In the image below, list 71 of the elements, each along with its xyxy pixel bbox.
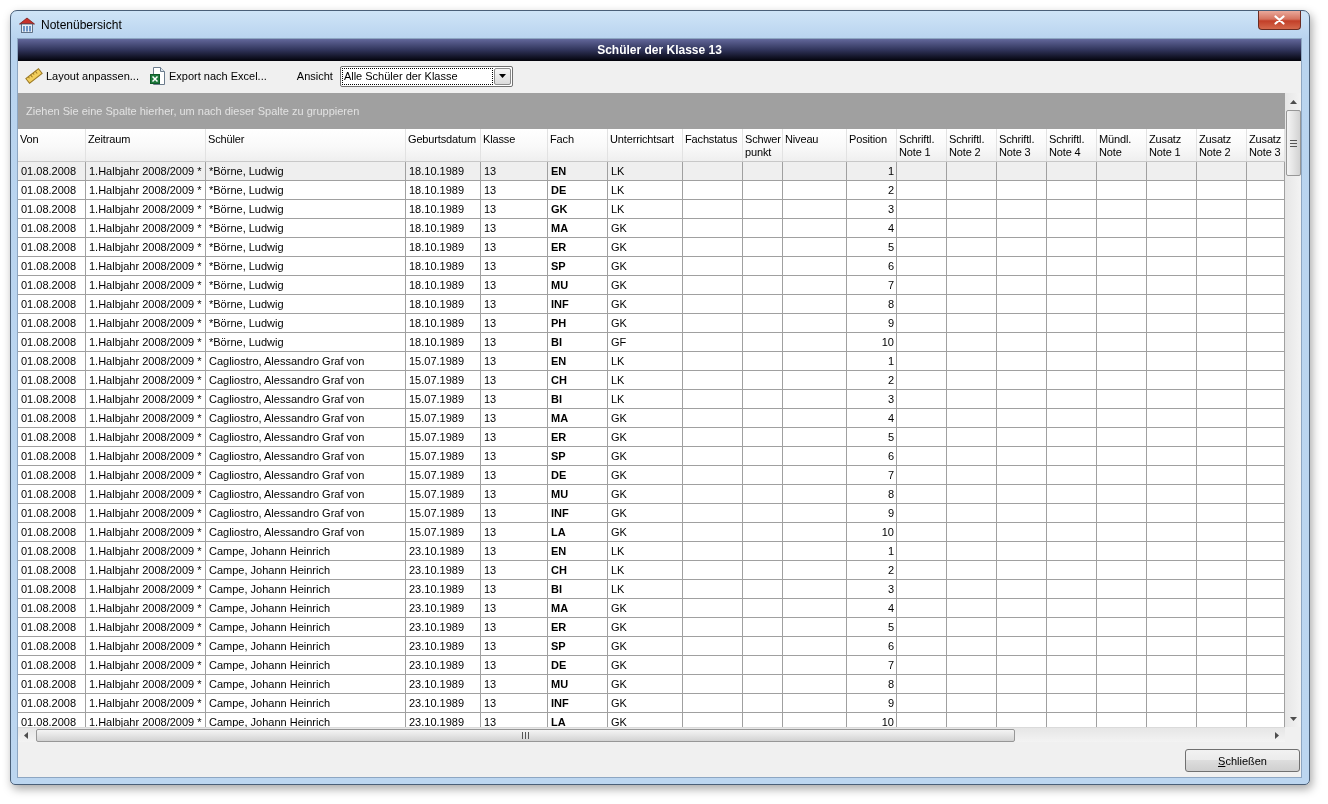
table-row[interactable]: 01.08.2008 1.Halbjahr 2008/2009 * *Börne, Ludwig 18.10.1989 13 BI GF 10	[18, 333, 1285, 352]
column-header[interactable]: Fach	[548, 129, 608, 161]
column-header[interactable]: Niveau	[783, 129, 847, 161]
column-header[interactable]: Klasse	[481, 129, 548, 161]
column-header[interactable]: Von	[18, 129, 86, 161]
scroll-thumb[interactable]	[1286, 110, 1301, 176]
table-row[interactable]: 01.08.2008 1.Halbjahr 2008/2009 * *Börne, Ludwig 18.10.1989 13 PH GK 9	[18, 314, 1285, 333]
column-header[interactable]: Schriftl. Note 3	[997, 129, 1047, 161]
table-row[interactable]: 01.08.2008 1.Halbjahr 2008/2009 * Cagliostro, Alessandro Graf von 15.07.1989 13 ER GK 5	[18, 428, 1285, 447]
banner-title: Schüler der Klasse 13	[597, 43, 722, 57]
table-row[interactable]: 01.08.2008 1.Halbjahr 2008/2009 * Campe, Johann Heinrich 23.10.1989 13 CH LK 2	[18, 561, 1285, 580]
group-by-hint: Ziehen Sie eine Spalte hierher, um nach dieser Spalte zu gruppieren	[26, 105, 360, 117]
table-row[interactable]: 01.08.2008 1.Halbjahr 2008/2009 * Campe, Johann Heinrich 23.10.1989 13 SP GK 6	[18, 637, 1285, 656]
table-row[interactable]: 01.08.2008 1.Halbjahr 2008/2009 * Campe, Johann Heinrich 23.10.1989 13 INF GK 9	[18, 694, 1285, 713]
table-row[interactable]: 01.08.2008 1.Halbjahr 2008/2009 * Campe, Johann Heinrich 23.10.1989 13 DE GK 7	[18, 656, 1285, 675]
view-dropdown[interactable]: Alle Schüler der Klasse	[339, 65, 513, 87]
table-row[interactable]: 01.08.2008 1.Halbjahr 2008/2009 * *Börne, Ludwig 18.10.1989 13 ER GK 5	[18, 238, 1285, 257]
table-row[interactable]: 01.08.2008 1.Halbjahr 2008/2009 * Cagliostro, Alessandro Graf von 15.07.1989 13 CH LK 2	[18, 371, 1285, 390]
column-header[interactable]: Mündl. Note	[1097, 129, 1147, 161]
column-header[interactable]: Schriftl. Note 1	[897, 129, 947, 161]
table-row[interactable]: 01.08.2008 1.Halbjahr 2008/2009 * Campe, Johann Heinrich 23.10.1989 13 BI LK 3	[18, 580, 1285, 599]
spreadsheet-icon	[149, 67, 166, 85]
toolbar-button[interactable]: Export nach Excel...	[148, 65, 268, 87]
table-row[interactable]: 01.08.2008 1.Halbjahr 2008/2009 * Campe, Johann Heinrich 23.10.1989 13 ER GK 5	[18, 618, 1285, 637]
right-arrow-icon	[1275, 731, 1279, 739]
table-row[interactable]: 01.08.2008 1.Halbjahr 2008/2009 * Campe, Johann Heinrich 23.10.1989 13 MA GK 4	[18, 599, 1285, 618]
column-header[interactable]: Schriftl. Note 2	[947, 129, 997, 161]
column-header[interactable]: Schüler	[206, 129, 406, 161]
column-header[interactable]: Zeitraum	[86, 129, 206, 161]
grip-icon	[1290, 139, 1297, 147]
column-header[interactable]: Unterrichtsart	[608, 129, 683, 161]
table-row[interactable]: 01.08.2008 1.Halbjahr 2008/2009 * Campe, Johann Heinrich 23.10.1989 13 MU GK 8	[18, 675, 1285, 694]
table-row[interactable]: 01.08.2008 1.Halbjahr 2008/2009 * *Börne, Ludwig 18.10.1989 13 SP GK 6	[18, 257, 1285, 276]
table-row[interactable]: 01.08.2008 1.Halbjahr 2008/2009 * Cagliostro, Alessandro Graf von 15.07.1989 13 INF GK 9	[18, 504, 1285, 523]
toolbar-button[interactable]: Layout anpassen...	[24, 66, 140, 86]
grip-icon	[522, 731, 529, 739]
table-row[interactable]: 01.08.2008 1.Halbjahr 2008/2009 * Cagliostro, Alessandro Graf von 15.07.1989 13 MU GK 8	[18, 485, 1285, 504]
column-header[interactable]: Schwerpunkt	[743, 129, 783, 161]
column-header[interactable]: Geburtsdatum	[406, 129, 481, 161]
table-row[interactable]: 01.08.2008 1.Halbjahr 2008/2009 * *Börne, Ludwig 18.10.1989 13 DE LK 2	[18, 181, 1285, 200]
column-header[interactable]: Zusatz Note 2	[1197, 129, 1247, 161]
table-row[interactable]: 01.08.2008 1.Halbjahr 2008/2009 * Cagliostro, Alessandro Graf von 15.07.1989 13 DE GK 7	[18, 466, 1285, 485]
table-row[interactable]: 01.08.2008 1.Halbjahr 2008/2009 * Cagliostro, Alessandro Graf von 15.07.1989 13 LA GK 10	[18, 523, 1285, 542]
table-row[interactable]: 01.08.2008 1.Halbjahr 2008/2009 * Cagliostro, Alessandro Graf von 15.07.1989 13 SP GK 6	[18, 447, 1285, 466]
view-label: Ansicht	[296, 70, 333, 82]
horizontal-scrollbar[interactable]	[18, 727, 1285, 742]
window-title: Notenübersicht	[41, 17, 122, 32]
table-row[interactable]: 01.08.2008 1.Halbjahr 2008/2009 * *Börne, Ludwig 18.10.1989 13 EN LK 1	[18, 162, 1285, 181]
house-icon	[19, 16, 35, 33]
table-row[interactable]: 01.08.2008 1.Halbjahr 2008/2009 * Campe, Johann Heinrich 23.10.1989 13 EN LK 1	[18, 542, 1285, 561]
column-header[interactable]: Schriftl. Note 4	[1047, 129, 1097, 161]
column-header[interactable]: Fachstatus	[683, 129, 743, 161]
vertical-scrollbar[interactable]	[1285, 93, 1301, 727]
caret-icon	[498, 74, 506, 78]
scroll-thumb[interactable]	[36, 728, 1015, 742]
up-arrow-icon	[1289, 99, 1297, 104]
down-arrow-icon	[1289, 716, 1297, 721]
column-header[interactable]: Zusatz Note 1	[1147, 129, 1197, 161]
close-button[interactable]	[1258, 11, 1301, 30]
left-arrow-icon	[24, 731, 28, 739]
table-row[interactable]: 01.08.2008 1.Halbjahr 2008/2009 * *Börne, Ludwig 18.10.1989 13 MA GK 4	[18, 219, 1285, 238]
ruler-icon	[25, 68, 43, 84]
close-dialog-button[interactable]: Schließen	[1185, 749, 1300, 772]
table-row[interactable]: 01.08.2008 1.Halbjahr 2008/2009 * Cagliostro, Alessandro Graf von 15.07.1989 13 EN LK 1	[18, 352, 1285, 371]
table-row[interactable]: 01.08.2008 1.Halbjahr 2008/2009 * *Börne, Ludwig 18.10.1989 13 MU GK 7	[18, 276, 1285, 295]
table-row[interactable]: 01.08.2008 1.Halbjahr 2008/2009 * *Börne, Ludwig 18.10.1989 13 INF GK 8	[18, 295, 1285, 314]
close-icon	[1274, 15, 1285, 25]
column-header[interactable]: Position	[847, 129, 897, 161]
table-row[interactable]: 01.08.2008 1.Halbjahr 2008/2009 * Cagliostro, Alessandro Graf von 15.07.1989 13 BI LK 3	[18, 390, 1285, 409]
table-row[interactable]: 01.08.2008 1.Halbjahr 2008/2009 * *Börne, Ludwig 18.10.1989 13 GK LK 3	[18, 200, 1285, 219]
table-row[interactable]: 01.08.2008 1.Halbjahr 2008/2009 * Cagliostro, Alessandro Graf von 15.07.1989 13 MA GK 4	[18, 409, 1285, 428]
